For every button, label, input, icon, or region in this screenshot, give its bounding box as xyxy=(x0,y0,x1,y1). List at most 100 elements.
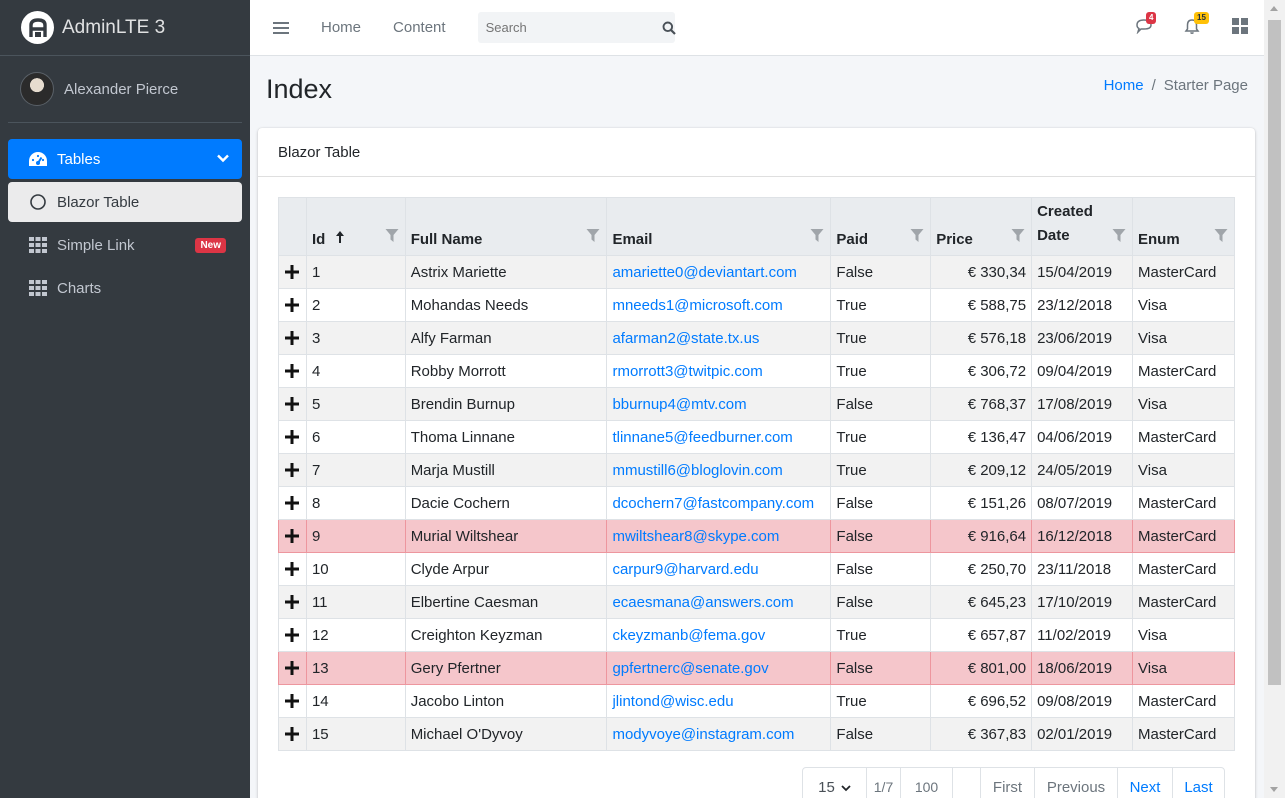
column-header-price[interactable]: Price xyxy=(930,197,1033,256)
filter-icon[interactable] xyxy=(385,228,399,247)
filter-icon[interactable] xyxy=(1112,228,1126,247)
cell-email[interactable]: mwiltshear8@skype.com xyxy=(606,519,832,553)
sidebar-item-charts[interactable]: Charts xyxy=(8,268,242,308)
cell-created-date: 24/05/2019 xyxy=(1031,453,1134,487)
filter-icon[interactable] xyxy=(1011,228,1025,247)
table-row[interactable]: 4 Robby Morrott rmorrott3@twitpic.com True €… xyxy=(278,354,1235,388)
table-row[interactable]: 15 Michael O'Dyvoy modyvoye@instagram.com F… xyxy=(278,717,1235,751)
search-icon[interactable] xyxy=(662,21,676,35)
column-header-paid[interactable]: Paid xyxy=(830,197,932,256)
column-header-enum[interactable]: Enum xyxy=(1132,197,1235,256)
plus-icon[interactable] xyxy=(284,330,300,346)
cell-email[interactable]: mmustill6@bloglovin.com xyxy=(606,453,832,487)
plus-icon[interactable] xyxy=(284,396,300,412)
table-row[interactable]: 11 Elbertine Caesman ecaesmana@answers.com… xyxy=(278,585,1235,619)
user-panel[interactable]: Alexander Pierce xyxy=(8,56,242,123)
first-page-button[interactable]: First xyxy=(980,768,1034,798)
cell-created-date: 09/08/2019 xyxy=(1031,684,1134,718)
table-row[interactable]: 12 Creighton Keyzman ckeyzmanb@fema.gov Tru… xyxy=(278,618,1235,652)
notifications-dropdown[interactable]: 15 xyxy=(1168,11,1216,39)
plus-icon[interactable] xyxy=(284,627,300,643)
plus-icon[interactable] xyxy=(284,297,300,313)
cell-email[interactable]: tlinnane5@feedburner.com xyxy=(606,420,832,454)
plus-icon[interactable] xyxy=(284,660,300,676)
search-input[interactable] xyxy=(477,20,662,35)
cell-email[interactable]: gpfertnerc@senate.gov xyxy=(606,651,832,685)
plus-icon[interactable] xyxy=(284,726,300,742)
user-name[interactable]: Alexander Pierce xyxy=(64,81,178,98)
plus-icon[interactable] xyxy=(284,264,300,280)
cell-created-date: 17/08/2019 xyxy=(1031,387,1134,421)
table-row[interactable]: 3 Alfy Farman afarman2@state.tx.us True € 57… xyxy=(278,321,1235,355)
scroll-down-arrow-icon[interactable] xyxy=(1270,787,1278,792)
table-row[interactable]: 8 Dacie Cochern dcochern7@fastcompany.com F… xyxy=(278,486,1235,520)
last-page-button[interactable]: Last xyxy=(1172,768,1224,798)
cell-email[interactable]: modyvoye@instagram.com xyxy=(606,717,832,751)
sidebar-item-label: Tables xyxy=(57,150,101,168)
nav-link-home[interactable]: Home xyxy=(321,19,361,36)
plus-icon[interactable] xyxy=(284,363,300,379)
page-scrollbar[interactable] xyxy=(1264,0,1285,798)
card-header: Blazor Table xyxy=(258,128,1255,177)
cell-email[interactable]: dcochern7@fastcompany.com xyxy=(606,486,832,520)
cell-full-name: Elbertine Caesman xyxy=(404,585,608,619)
cell-created-date: 11/02/2019 xyxy=(1031,618,1134,652)
cell-email[interactable]: jlintond@wisc.edu xyxy=(606,684,832,718)
search-box xyxy=(477,12,676,43)
sidebar-item-blazor-table[interactable]: Blazor Table xyxy=(8,182,242,222)
filter-icon[interactable] xyxy=(810,228,824,247)
filter-icon[interactable] xyxy=(1214,228,1228,247)
cell-email[interactable]: mneeds1@microsoft.com xyxy=(606,288,832,322)
cell-enum: Visa xyxy=(1132,618,1235,652)
cell-enum: MasterCard xyxy=(1132,519,1235,553)
cell-email[interactable]: amariette0@deviantart.com xyxy=(606,255,832,289)
column-header-email[interactable]: Email xyxy=(606,197,832,256)
nav-link-content[interactable]: Content xyxy=(393,19,446,36)
column-header-label: Email xyxy=(612,231,653,248)
sidebar-item-tables[interactable]: Tables xyxy=(8,139,242,179)
grid-icon xyxy=(27,280,49,296)
previous-page-button[interactable]: Previous xyxy=(1034,768,1117,798)
column-header-id[interactable]: Id xyxy=(305,197,406,256)
scrollbar-thumb[interactable] xyxy=(1268,20,1281,685)
sidebar-item-simple-link[interactable]: Simple Link New xyxy=(8,225,242,265)
cell-email[interactable]: carpur9@harvard.edu xyxy=(606,552,832,586)
table-row[interactable]: 1 Astrix Mariette amariette0@deviantart.co… xyxy=(278,255,1235,289)
column-header-full-name[interactable]: Full Name xyxy=(404,197,608,256)
cell-email[interactable]: ckeyzmanb@fema.gov xyxy=(606,618,832,652)
table-row[interactable]: 9 Murial Wiltshear mwiltshear8@skype.com Fa… xyxy=(278,519,1235,553)
table-row[interactable]: 6 Thoma Linnane tlinnane5@feedburner.com Tr… xyxy=(278,420,1235,454)
apps-button[interactable] xyxy=(1216,18,1264,38)
cell-created-date: 08/07/2019 xyxy=(1031,486,1134,520)
cell-email[interactable]: ecaesmana@answers.com xyxy=(606,585,832,619)
filter-icon[interactable] xyxy=(910,228,924,247)
brand-link[interactable]: AdminLTE 3 xyxy=(0,0,250,56)
expand-row-cell xyxy=(278,519,307,553)
plus-icon[interactable] xyxy=(284,462,300,478)
plus-icon[interactable] xyxy=(284,561,300,577)
cell-email[interactable]: afarman2@state.tx.us xyxy=(606,321,832,355)
table-row[interactable]: 13 Gery Pfertner gpfertnerc@senate.gov Fals… xyxy=(278,651,1235,685)
plus-icon[interactable] xyxy=(284,594,300,610)
cell-full-name: Marja Mustill xyxy=(404,453,608,487)
sort-ascending-icon[interactable] xyxy=(335,231,345,248)
cell-email[interactable]: rmorrott3@twitpic.com xyxy=(606,354,832,388)
table-row[interactable]: 2 Mohandas Needs mneeds1@microsoft.com True… xyxy=(278,288,1235,322)
plus-icon[interactable] xyxy=(284,693,300,709)
column-header-created-date[interactable]: Created Date xyxy=(1031,197,1134,256)
table-row[interactable]: 7 Marja Mustill mmustill6@bloglovin.com Tru… xyxy=(278,453,1235,487)
page-size-select[interactable]: 15 xyxy=(803,768,866,798)
plus-icon[interactable] xyxy=(284,429,300,445)
table-row[interactable]: 10 Clyde Arpur carpur9@harvard.edu False € 2… xyxy=(278,552,1235,586)
messages-dropdown[interactable]: 4 xyxy=(1120,12,1168,38)
table-row[interactable]: 14 Jacobo Linton jlintond@wisc.edu True € 69… xyxy=(278,684,1235,718)
menu-toggle-icon[interactable] xyxy=(273,21,289,34)
table-row[interactable]: 5 Brendin Burnup bburnup4@mtv.com False € 76… xyxy=(278,387,1235,421)
breadcrumb-home-link[interactable]: Home xyxy=(1104,77,1144,94)
scroll-up-arrow-icon[interactable] xyxy=(1270,6,1278,11)
plus-icon[interactable] xyxy=(284,528,300,544)
cell-email[interactable]: bburnup4@mtv.com xyxy=(606,387,832,421)
filter-icon[interactable] xyxy=(586,228,600,247)
next-page-button[interactable]: Next xyxy=(1117,768,1172,798)
plus-icon[interactable] xyxy=(284,495,300,511)
